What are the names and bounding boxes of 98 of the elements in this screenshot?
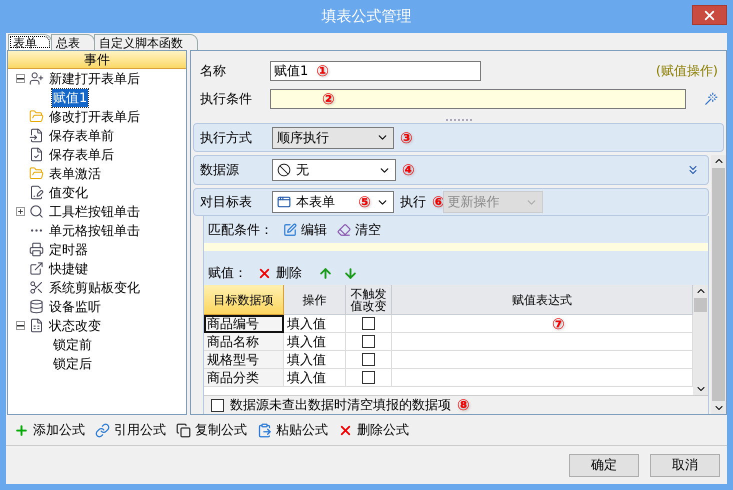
annotation-marker: ② xyxy=(322,90,335,108)
file-check-icon xyxy=(29,147,44,162)
field-label: 匹配条件： xyxy=(208,222,273,238)
tree-item[interactable]: 单元格按钮单击 xyxy=(48,222,141,240)
column-header[interactable]: 操作 xyxy=(284,285,346,315)
tree-item[interactable]: 保存表单后 xyxy=(48,146,115,164)
link-icon xyxy=(95,422,110,438)
edit-icon xyxy=(283,222,297,236)
field-label: 执行方式 xyxy=(200,130,253,146)
table-cell: 商品分类 xyxy=(204,369,284,387)
toolbar-button[interactable]: 添加公式 xyxy=(14,421,85,439)
checkbox[interactable] xyxy=(362,353,375,366)
toolbar-button[interactable]: 复制公式 xyxy=(176,421,247,439)
arrow-down-icon[interactable] xyxy=(343,266,358,280)
tree-item[interactable]: 表单激活 xyxy=(48,164,102,182)
collapse-icon[interactable] xyxy=(16,321,25,330)
data-source-select[interactable]: 无 xyxy=(272,159,396,181)
table-cell: 规格型号 xyxy=(204,351,284,369)
database-icon xyxy=(29,299,44,314)
field-label: 数据源 xyxy=(200,162,240,179)
magnifier-icon xyxy=(29,204,44,219)
column-header[interactable]: 不触发值改变 xyxy=(346,285,392,315)
close-button[interactable] xyxy=(692,5,727,25)
field-label: 名称 xyxy=(200,63,227,80)
scroll-thumb[interactable] xyxy=(712,168,725,401)
annotation-marker: ⑤ xyxy=(358,193,371,211)
tree-item[interactable]: 修改打开表单后 xyxy=(48,108,141,126)
tree-item[interactable]: 保存表单前 xyxy=(48,126,115,144)
paste-icon xyxy=(257,422,272,438)
tab[interactable]: 总表 xyxy=(51,34,95,50)
file-input-icon xyxy=(29,128,44,143)
table-cell: 商品名称 xyxy=(204,333,284,351)
window-title: 填表公式管理 xyxy=(322,7,412,26)
external-link-icon xyxy=(29,261,44,276)
tree-item[interactable]: 快捷键 xyxy=(48,260,89,278)
user-plus-icon xyxy=(29,71,44,86)
clear-button[interactable]: 清空 xyxy=(337,220,381,238)
scroll-thumb[interactable] xyxy=(694,298,707,312)
field-label: 对目标表 xyxy=(200,194,253,211)
condition-field[interactable]: ② xyxy=(270,89,686,109)
checkbox[interactable] xyxy=(362,371,375,384)
scissors-icon xyxy=(29,280,44,295)
tree-item[interactable]: 值变化 xyxy=(48,184,89,202)
annotation-marker: ⑧ xyxy=(457,396,470,414)
folder-icon xyxy=(29,166,44,181)
field-label: 执行条件 xyxy=(200,91,253,108)
edit-button[interactable]: 编辑 xyxy=(283,220,327,238)
printer-icon xyxy=(29,242,44,257)
checkbox[interactable] xyxy=(362,335,375,348)
checkbox[interactable] xyxy=(362,317,375,330)
delete-button[interactable]: 删除 xyxy=(257,264,302,282)
tree-item[interactable]: 新建打开表单后 xyxy=(48,70,141,88)
annotation-marker: ⑦ xyxy=(552,314,565,332)
cancel-button[interactable]: 取消 xyxy=(650,454,720,476)
target-table-select[interactable]: 本表单 ⑤ xyxy=(272,191,394,213)
tree-item[interactable]: 状态改变 xyxy=(48,316,102,334)
annotation-marker: ① xyxy=(316,62,329,80)
tree-item[interactable]: 工具栏按钮单击 xyxy=(48,202,141,220)
tree-item[interactable]: 锁定前 xyxy=(52,336,93,354)
name-field[interactable]: 赋值1 ① xyxy=(270,61,481,81)
tree-item[interactable]: 锁定后 xyxy=(52,354,93,372)
checkbox[interactable] xyxy=(211,398,224,412)
tree-item[interactable]: 设备监听 xyxy=(48,298,102,316)
tree-header: 事件 xyxy=(8,51,186,69)
table-cell: 商品编号 xyxy=(204,315,284,333)
tree-item[interactable]: 赋值1 xyxy=(52,88,88,106)
annotation-marker: ④ xyxy=(402,161,415,179)
field-label: 执行 xyxy=(400,194,426,211)
collapse-icon[interactable] xyxy=(16,74,25,83)
ok-button[interactable]: 确定 xyxy=(569,454,639,476)
prohibited-icon xyxy=(277,163,291,177)
checkbox-label: 数据源未查出数据时清空填报的数据项 xyxy=(230,397,451,414)
expand-icon[interactable] xyxy=(16,207,25,216)
folder-icon xyxy=(29,109,44,124)
toolbar-button[interactable]: 粘贴公式 xyxy=(257,421,328,439)
operation-type: (赋值操作) xyxy=(656,63,718,80)
plus-icon xyxy=(14,422,29,438)
column-header[interactable]: 目标数据项 xyxy=(204,285,284,315)
toolbar-button[interactable]: 删除公式 xyxy=(338,421,409,439)
table-cell: 填入值 xyxy=(284,315,346,333)
field-label: 赋值： xyxy=(208,265,247,282)
wand-icon[interactable] xyxy=(704,92,718,106)
copy-icon xyxy=(176,422,191,438)
column-header[interactable]: 赋值表达式 xyxy=(392,285,693,315)
toolbar-button[interactable]: 引用公式 xyxy=(95,421,166,439)
eraser-icon xyxy=(337,222,351,236)
window-icon xyxy=(277,195,291,209)
table-cell: 填入值 xyxy=(284,351,346,369)
table-cell: 填入值 xyxy=(284,333,346,351)
tree-item[interactable]: 定时器 xyxy=(48,240,89,258)
table-cell: 填入值 xyxy=(284,369,346,387)
tree-item[interactable]: 系统剪贴板变化 xyxy=(48,278,141,296)
annotation-marker: ③ xyxy=(400,128,413,146)
file-edit-icon xyxy=(29,185,44,200)
tab[interactable]: 表单 xyxy=(8,34,52,50)
exec-mode-select[interactable]: 顺序执行 xyxy=(272,126,394,148)
tab[interactable]: 自定义脚本函数 xyxy=(94,34,198,50)
spreadsheet-icon xyxy=(29,318,44,333)
